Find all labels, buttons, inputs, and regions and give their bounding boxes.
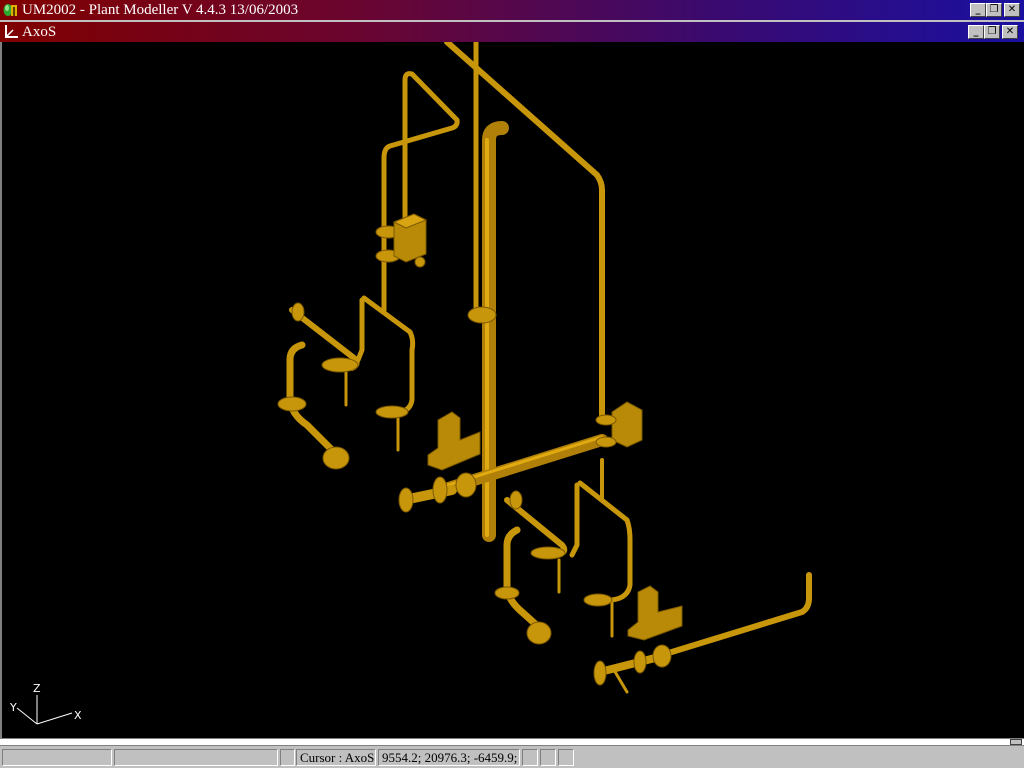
status-pane-2 <box>114 749 278 766</box>
document-title-bar[interactable]: AxoS _ ❐ ✕ <box>0 21 1024 42</box>
app-minimize-button[interactable]: _ <box>970 3 986 17</box>
pipe-cluster-left[interactable] <box>286 295 416 459</box>
status-pane-3 <box>280 749 295 766</box>
axis-y-label: Y <box>9 701 17 714</box>
flange-right-mid[interactable] <box>530 546 566 560</box>
flange-left-top[interactable] <box>291 302 305 322</box>
horizontal-scrollbar[interactable] <box>0 738 1024 746</box>
axes-icon <box>5 25 18 38</box>
flange-riser[interactable] <box>467 306 497 324</box>
app-title: UM2002 - Plant Modeller V 4.4.3 13/06/20… <box>22 2 299 18</box>
axis-z-label: Z <box>33 682 41 695</box>
equipment-block-right[interactable] <box>627 585 683 641</box>
flange-header-inlet[interactable] <box>398 472 477 513</box>
pipe-diagonal-top[interactable] <box>444 39 605 423</box>
app-close-button[interactable]: ✕ <box>1004 3 1020 17</box>
flange-right-drain[interactable] <box>583 593 613 607</box>
flange-left-low[interactable] <box>277 396 307 412</box>
app-restore-button[interactable]: ❐ <box>986 3 1002 17</box>
flange-left-mid[interactable] <box>321 357 359 373</box>
doc-restore-button[interactable]: ❐ <box>984 25 1000 39</box>
3d-viewport[interactable]: Z X Y <box>0 39 1024 738</box>
status-pane-7 <box>540 749 556 766</box>
equipment-block-left[interactable] <box>427 411 481 471</box>
flange-right-top[interactable] <box>509 490 523 510</box>
status-coordinates: 9554.2; 20976.3; -6459.9; <box>378 749 520 766</box>
status-pane-6 <box>522 749 538 766</box>
doc-minimize-button[interactable]: _ <box>968 25 984 39</box>
flange-right-low[interactable] <box>494 586 520 600</box>
scrollbar-thumb[interactable] <box>1010 739 1022 745</box>
app-logo-icon <box>3 4 17 16</box>
app-title-bar[interactable]: UM2002 - Plant Modeller V 4.4.3 13/06/20… <box>0 0 1024 20</box>
flange-right-end[interactable] <box>526 621 552 645</box>
pipe-cluster-right[interactable] <box>503 458 633 638</box>
doc-close-button[interactable]: ✕ <box>1002 25 1018 39</box>
status-bar: Cursor : AxoS 9554.2; 20976.3; -6459.9; <box>0 747 1024 768</box>
axis-x-label: X <box>74 709 82 722</box>
flange-left-end[interactable] <box>322 446 350 470</box>
pipe-loop-upper-left[interactable] <box>381 71 460 313</box>
plant-model-render[interactable]: Z X Y <box>2 39 1024 738</box>
axis-triad: Z X Y <box>9 682 82 725</box>
status-cursor-mode: Cursor : AxoS <box>296 749 376 766</box>
status-pane-1 <box>2 749 112 766</box>
document-title: AxoS <box>22 24 57 40</box>
status-pane-8 <box>558 749 574 766</box>
flange-mid-drain[interactable] <box>375 405 409 419</box>
